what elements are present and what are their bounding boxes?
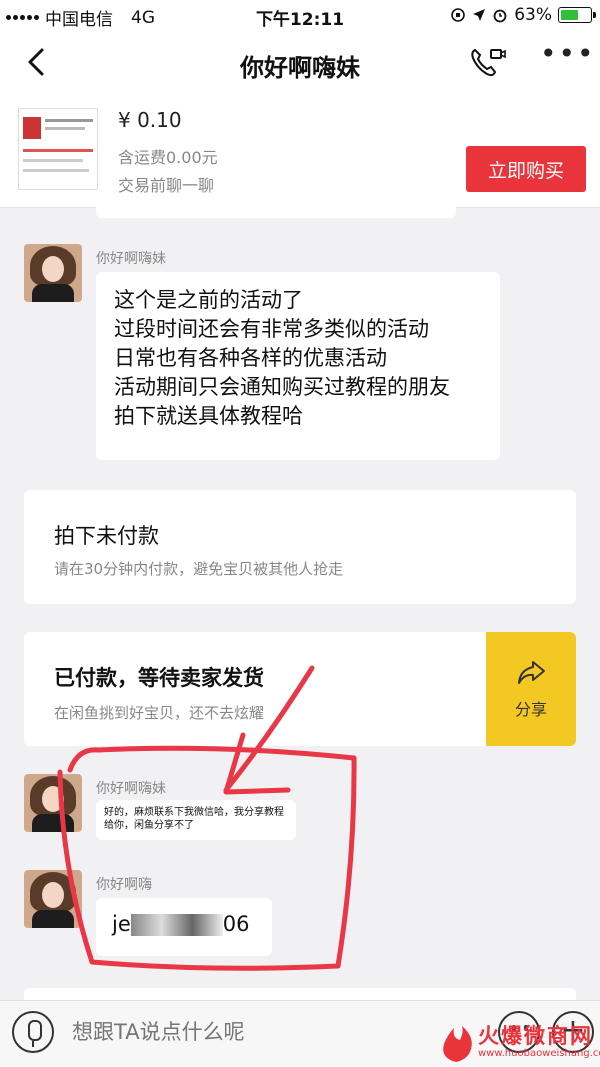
- phone-video-icon[interactable]: [467, 44, 507, 80]
- message-input[interactable]: [72, 1018, 452, 1046]
- message-text-end: 06: [222, 912, 250, 936]
- product-thumbnail[interactable]: [18, 108, 98, 190]
- card-subtitle: 在闲鱼挑到好宝贝，还不去炫耀: [54, 704, 265, 722]
- watermark-url: www.huobaoweishang.com: [478, 1048, 600, 1059]
- message-line: 过段时间还会有非常多类似的活动: [114, 317, 429, 341]
- message-line: 这个是之前的活动了: [114, 288, 303, 312]
- watermark: 火爆微商网 www.huobaoweishang.com: [434, 1024, 600, 1064]
- message-line: 活动期间只会通知购买过教程的朋友: [114, 375, 450, 399]
- card-title: 已付款，等待卖家发货: [54, 666, 264, 690]
- avatar[interactable]: [24, 870, 82, 928]
- message-bubble: je 06: [96, 898, 272, 956]
- sender-name: 你好啊嗨: [96, 877, 152, 893]
- more-menu-icon[interactable]: •••: [540, 40, 594, 80]
- message-text-start: je: [112, 912, 131, 936]
- product-price: ¥ 0.10: [118, 108, 182, 132]
- alarm-icon: [493, 9, 507, 23]
- rotation-lock-icon: [451, 8, 466, 22]
- card-title: 拍下未付款: [54, 524, 159, 548]
- page-title: 你好啊嗨妹: [240, 54, 360, 82]
- product-bar: ¥ 0.10 含运费0.00元 交易前聊一聊 立即购买: [0, 96, 600, 208]
- redaction-blur: [130, 914, 223, 936]
- sender-name: 你好啊嗨妹: [96, 781, 166, 797]
- message-line: 日常也有各种各样的优惠活动: [114, 346, 387, 370]
- chat-prompt: 交易前聊一聊: [118, 176, 215, 195]
- status-right: 63%: [450, 5, 596, 25]
- share-button[interactable]: 分享: [486, 632, 576, 746]
- battery-fill: [561, 10, 578, 20]
- share-label: 分享: [514, 700, 547, 719]
- previous-message-stub: [96, 206, 456, 218]
- card-subtitle: 请在30分钟内付款，避免宝贝被其他人抢走: [54, 560, 344, 578]
- location-icon: [473, 9, 486, 21]
- status-bar: 中国电信 4G 下午12:11 63%: [0, 0, 600, 30]
- avatar[interactable]: [24, 774, 82, 832]
- share-icon: [518, 661, 545, 684]
- avatar[interactable]: [24, 244, 82, 302]
- battery-icon: [558, 7, 596, 23]
- sender-name: 你好啊嗨妹: [96, 251, 166, 267]
- message-line: 拍下就送具体教程哈: [114, 404, 303, 428]
- battery-percent: 63%: [514, 5, 552, 25]
- flame-logo-icon: [443, 1026, 472, 1062]
- message-bubble: 好的，麻烦联系下我微信哈，我分享教程给你，闲鱼分享不了: [96, 800, 296, 840]
- order-status-card-paid[interactable]: 已付款，等待卖家发货 在闲鱼挑到好宝贝，还不去炫耀 分享: [24, 632, 576, 746]
- nav-bar: 你好啊嗨妹 •••: [0, 30, 600, 96]
- message-bubble: 这个是之前的活动了 过段时间还会有非常多类似的活动 日常也有各种各样的优惠活动 …: [96, 272, 500, 460]
- shipping-fee: 含运费0.00元: [118, 148, 218, 167]
- watermark-name: 火爆微商网: [478, 1024, 593, 1048]
- voice-input-icon[interactable]: [12, 1011, 54, 1053]
- buy-now-button[interactable]: 立即购买: [466, 146, 586, 192]
- order-status-card-unpaid[interactable]: 拍下未付款 请在30分钟内付款，避免宝贝被其他人抢走: [24, 490, 576, 604]
